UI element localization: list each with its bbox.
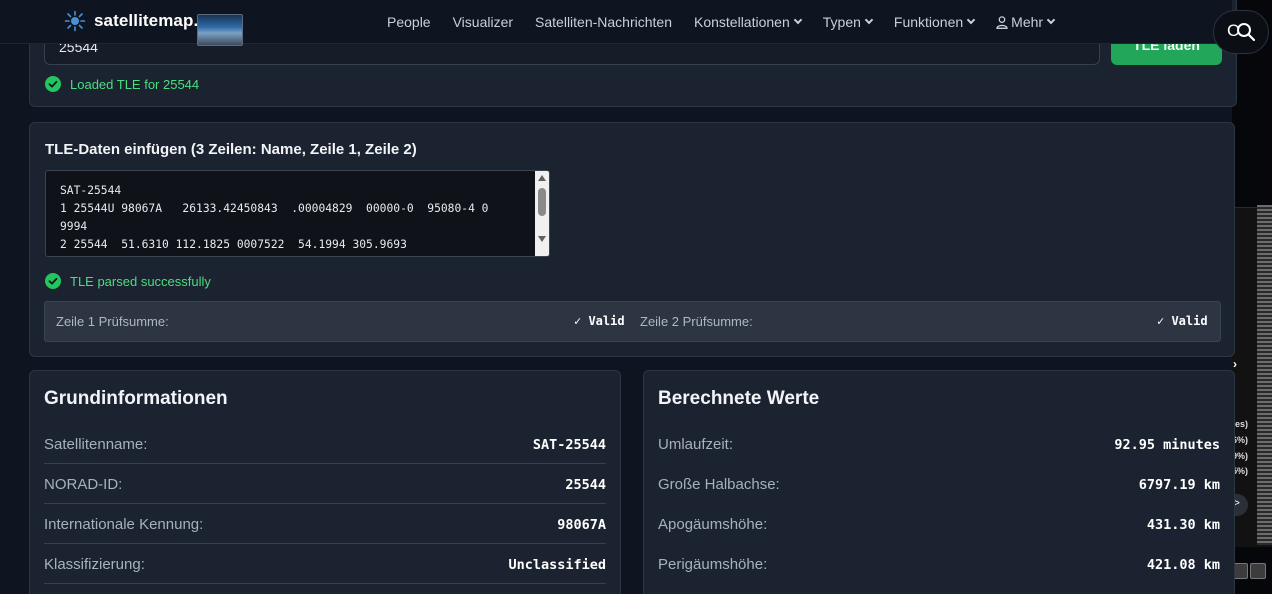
info-row: Internationale Kennung: 98067A bbox=[44, 504, 606, 544]
computed-value: 92.95 minutes bbox=[1114, 437, 1220, 453]
info-value: Unclassified bbox=[508, 557, 606, 573]
checksum2-value: ✓ Valid bbox=[1157, 314, 1208, 328]
tle-paste-card: TLE-Daten einfügen (3 Zeilen: Name, Zeil… bbox=[29, 122, 1235, 357]
tle-lines: SAT-25544 1 25544U 98067A 26133.42450843 … bbox=[60, 182, 488, 254]
tle-line: SAT-25544 bbox=[60, 184, 122, 197]
tle-textarea[interactable]: SAT-25544 1 25544U 98067A 26133.42450843 … bbox=[45, 170, 550, 257]
satellite-logo-icon bbox=[64, 10, 86, 32]
computed-value: 6797.19 km bbox=[1138, 477, 1220, 493]
nav-item-label: Typen bbox=[822, 14, 861, 30]
nav-menu: People Visualizer Satelliten-Nachrichten… bbox=[387, 0, 1076, 44]
load-status: Loaded TLE for 25544 bbox=[45, 76, 199, 92]
expand-chevron-icon[interactable]: › bbox=[1233, 357, 1237, 371]
computed-row: Große Halbachse: 6797.19 km bbox=[658, 464, 1220, 504]
nav-item-label: Mehr bbox=[1011, 14, 1044, 30]
computed-values-card: Berechnete Werte Umlaufzeit: 92.95 minut… bbox=[643, 370, 1235, 594]
tle-line: 9994 bbox=[60, 220, 88, 233]
top-navigation: satellitemap.s People Visualizer Satelli… bbox=[0, 0, 1232, 46]
info-row: NORAD-ID: 25544 bbox=[44, 464, 606, 504]
nav-item-news[interactable]: Satelliten-Nachrichten bbox=[535, 14, 672, 30]
nav-item-types[interactable]: Typen bbox=[822, 14, 874, 30]
search-button[interactable]: C bbox=[1213, 10, 1269, 54]
computed-row: Perigäumshöhe: 421.08 km bbox=[658, 544, 1220, 584]
computed-label: Apogäumshöhe: bbox=[658, 516, 768, 533]
chevron-down-icon bbox=[966, 15, 976, 25]
nav-item-constellations[interactable]: Konstellationen bbox=[694, 14, 802, 30]
brand-name: satellitemap.s bbox=[94, 11, 208, 30]
checksum-bar: Zeile 1 Prüfsumme: ✓ Valid Zeile 2 Prüfs… bbox=[44, 301, 1221, 342]
basic-info-title: Grundinformationen bbox=[44, 388, 228, 409]
checksum2-label: Zeile 2 Prüfsumme: bbox=[640, 314, 753, 329]
info-label: Klassifizierung: bbox=[44, 556, 145, 573]
info-row: Klassifizierung: Unclassified bbox=[44, 544, 606, 584]
tle-line: 1 25544U 98067A 26133.42450843 .00004829… bbox=[60, 202, 489, 215]
info-label: NORAD-ID: bbox=[44, 476, 123, 493]
info-label: Internationale Kennung: bbox=[44, 516, 204, 533]
nav-item-label: Visualizer bbox=[452, 14, 514, 30]
nav-item-visualizer[interactable]: Visualizer bbox=[453, 14, 513, 30]
chevron-down-icon bbox=[793, 15, 802, 25]
parse-status: TLE parsed successfully bbox=[45, 273, 211, 289]
search-icon bbox=[1237, 23, 1256, 42]
nav-item-people[interactable]: People bbox=[387, 14, 431, 30]
earth-thumbnail bbox=[197, 14, 243, 46]
brand[interactable]: satellitemap.s bbox=[64, 10, 243, 46]
computed-label: Umlaufzeit: bbox=[658, 436, 734, 453]
info-value: SAT-25544 bbox=[532, 437, 606, 453]
check-circle-icon bbox=[45, 273, 61, 289]
computed-label: Perigäumshöhe: bbox=[658, 556, 768, 573]
nav-item-label: People bbox=[387, 14, 431, 30]
info-value: 25544 bbox=[565, 477, 606, 493]
computed-row: Umlaufzeit: 92.95 minutes bbox=[658, 424, 1220, 464]
load-status-text: Loaded TLE for 25544 bbox=[70, 76, 200, 92]
chevron-down-icon bbox=[864, 15, 874, 25]
chevron-down-icon bbox=[1046, 15, 1056, 25]
computed-row: Apogäumshöhe: 431.30 km bbox=[658, 504, 1220, 544]
background-app-strip: › tes) 6%) 9%) 5%) > bbox=[1232, 0, 1272, 594]
tle-line: 2 25544 51.6310 112.1825 0007522 54.1994… bbox=[60, 238, 407, 251]
computed-label: Große Halbachse: bbox=[658, 476, 780, 493]
computed-value: 431.30 km bbox=[1146, 517, 1220, 533]
tool-icon[interactable] bbox=[1250, 563, 1266, 579]
nav-item-label: Satelliten-Nachrichten bbox=[535, 14, 672, 30]
paste-card-title: TLE-Daten einfügen (3 Zeilen: Name, Zeil… bbox=[45, 141, 417, 158]
info-value: 98067A bbox=[557, 517, 606, 533]
basic-info-card: Grundinformationen Satellitenname: SAT-2… bbox=[29, 370, 621, 594]
nav-item-more[interactable]: Mehr bbox=[996, 14, 1056, 30]
nav-item-label: Konstellationen bbox=[694, 14, 790, 30]
info-label: Satellitenname: bbox=[44, 436, 148, 453]
background-edge-pattern bbox=[1257, 205, 1272, 545]
nav-item-functions[interactable]: Funktionen bbox=[893, 14, 976, 30]
nav-item-label: Funktionen bbox=[893, 14, 964, 30]
checksum1-value: ✓ Valid bbox=[574, 314, 625, 328]
checksum1-label: Zeile 1 Prüfsumme: bbox=[56, 314, 169, 329]
computed-title: Berechnete Werte bbox=[658, 388, 820, 409]
check-circle-icon bbox=[45, 76, 61, 92]
toolbar-icons bbox=[1232, 563, 1272, 581]
parse-status-text: TLE parsed successfully bbox=[70, 273, 211, 289]
info-row: Satellitenname: SAT-25544 bbox=[44, 424, 606, 464]
computed-value: 421.08 km bbox=[1146, 557, 1220, 573]
user-icon bbox=[996, 15, 1008, 29]
resize-handle-icon[interactable] bbox=[535, 171, 549, 256]
